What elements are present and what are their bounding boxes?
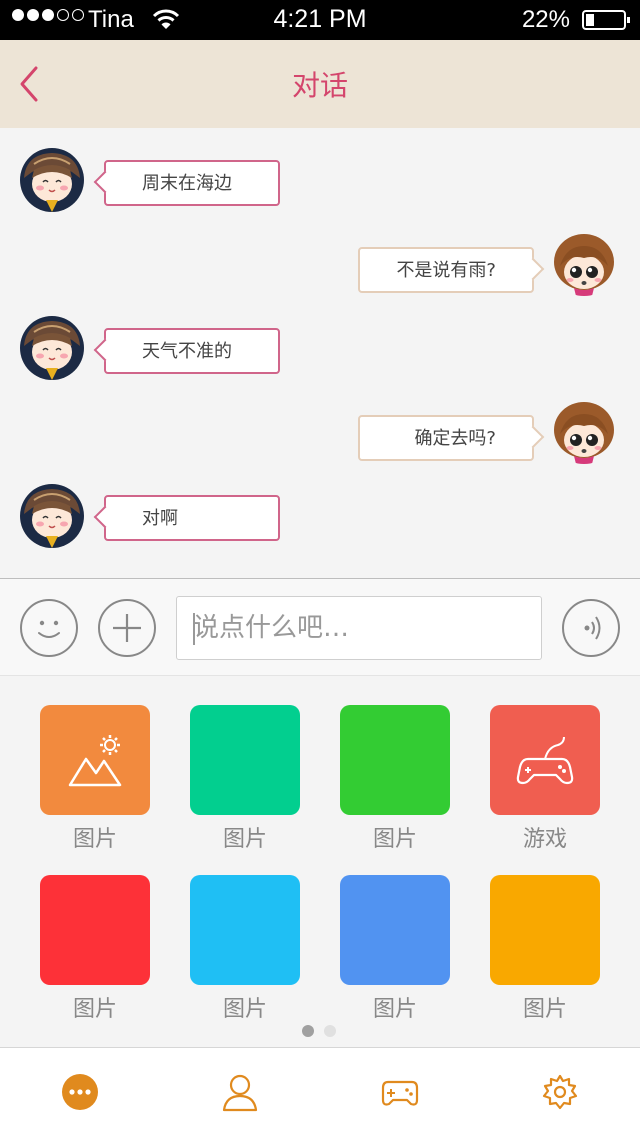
tab-chat[interactable] — [60, 1072, 100, 1112]
panel-item-picture[interactable]: 图片 — [40, 705, 150, 853]
my-avatar[interactable] — [552, 400, 616, 464]
tab-bar — [0, 1047, 640, 1136]
my-avatar[interactable] — [552, 232, 616, 296]
page-indicator[interactable] — [302, 1025, 336, 1037]
message-text: 天气不准的 — [142, 341, 232, 362]
extension-panel: 图片 图片 图片 游戏 图片 图片 图片 图片 — [0, 676, 640, 1048]
tab-contacts[interactable] — [220, 1072, 260, 1112]
panel-item-label: 图片 — [372, 827, 417, 852]
panel-item-label: 图片 — [72, 827, 117, 852]
page-dot[interactable] — [324, 1025, 336, 1037]
plus-icon — [113, 614, 141, 642]
tab-settings[interactable] — [540, 1072, 580, 1112]
panel-item-picture[interactable]: 图片 — [190, 875, 300, 1023]
panel-item-tile — [490, 875, 600, 985]
emoji-button[interactable] — [20, 599, 78, 657]
panel-item-label: 图片 — [222, 827, 267, 852]
message-bubble-incoming: 周末在海边 — [93, 160, 280, 206]
friend-avatar[interactable] — [20, 148, 84, 212]
status-bar: Tina 4:21 PM 22% — [0, 0, 640, 40]
message-input-field[interactable] — [176, 596, 542, 660]
panel-item-tile — [40, 875, 150, 985]
panel-item-picture[interactable]: 图片 — [40, 875, 150, 1023]
message-input-bar — [0, 578, 640, 676]
panel-item-game[interactable]: 游戏 — [490, 705, 600, 853]
voice-button[interactable] — [562, 599, 620, 657]
tab-games[interactable] — [380, 1072, 420, 1112]
friend-avatar[interactable] — [20, 484, 84, 548]
gear-icon — [542, 1074, 578, 1110]
panel-item-picture[interactable]: 图片 — [190, 705, 300, 853]
battery-percentage: 22% — [521, 6, 570, 33]
add-attachment-button[interactable] — [98, 599, 156, 657]
panel-item-picture[interactable]: 图片 — [340, 705, 450, 853]
message-bubble-incoming: 对啊 — [93, 495, 280, 541]
battery-icon — [582, 10, 630, 30]
panel-item-label: 图片 — [522, 997, 567, 1022]
navigation-bar: 对话 — [0, 40, 640, 128]
panel-item-label: 图片 — [72, 997, 117, 1022]
message-bubble-outgoing: 不是说有雨? — [358, 247, 545, 293]
smiley-icon — [38, 620, 60, 638]
panel-item-tile — [190, 705, 300, 815]
chat-area[interactable]: 周末在海边 不是说有雨? 天气不准的 确定去吗? 对啊 — [0, 128, 640, 578]
panel-item-picture[interactable]: 图片 — [340, 875, 450, 1023]
voice-icon — [584, 616, 601, 640]
text-caret — [193, 613, 195, 645]
panel-item-picture[interactable]: 图片 — [490, 875, 600, 1023]
message-text: 周末在海边 — [142, 173, 232, 194]
panel-item-tile — [340, 705, 450, 815]
person-icon — [229, 1074, 251, 1096]
message-bubble-incoming: 天气不准的 — [93, 328, 280, 374]
message-text: 确定去吗? — [414, 428, 496, 449]
picture-settings-icon — [68, 735, 122, 787]
page-dot-active[interactable] — [302, 1025, 314, 1037]
message-bubble-outgoing: 确定去吗? — [358, 415, 545, 461]
page-title: 对话 — [291, 69, 348, 102]
panel-item-tile — [190, 875, 300, 985]
panel-item-tile — [340, 875, 450, 985]
message-text: 对啊 — [142, 508, 178, 529]
panel-item-label: 图片 — [372, 997, 417, 1022]
message-input[interactable] — [177, 597, 541, 659]
panel-item-tile — [40, 705, 150, 815]
panel-item-label: 图片 — [222, 997, 267, 1022]
friend-avatar[interactable] — [20, 316, 84, 380]
message-text: 不是说有雨? — [396, 260, 496, 281]
panel-item-label: 游戏 — [522, 827, 567, 852]
panel-item-tile — [490, 705, 600, 815]
gamepad-icon — [516, 736, 574, 785]
